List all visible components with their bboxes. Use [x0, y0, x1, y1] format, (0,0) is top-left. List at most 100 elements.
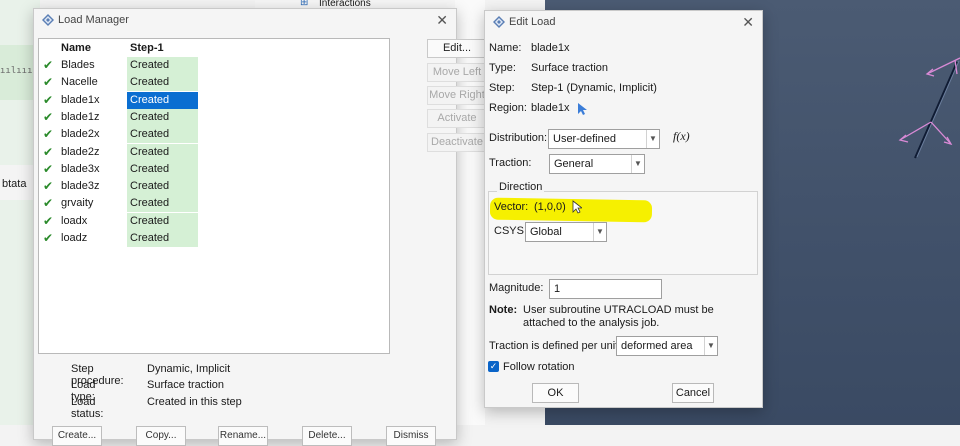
- tree-node-icon: ⊞: [300, 0, 309, 8]
- ok-button[interactable]: OK: [532, 383, 579, 403]
- cancel-button[interactable]: Cancel: [672, 383, 714, 403]
- active-check-icon: ✔: [43, 231, 54, 245]
- distribution-select[interactable]: User-defined ▼: [548, 129, 660, 149]
- edit-load-title: Edit Load: [509, 16, 556, 28]
- row-name[interactable]: Blades: [59, 57, 125, 74]
- row-status[interactable]: Created: [127, 108, 198, 126]
- per-unit-value: deformed area: [621, 340, 693, 352]
- deactivate-button[interactable]: Deactivate: [427, 133, 487, 152]
- active-check-icon: ✔: [43, 144, 54, 159]
- row-status[interactable]: Created: [127, 230, 198, 247]
- distribution-label: Distribution:: [489, 132, 548, 144]
- load-manager-window: Load Manager ✕ Name Step-1 ✔ Blades Create…: [33, 8, 487, 446]
- load-manager-title: Load Manager: [58, 14, 129, 26]
- region-select-arrow-icon[interactable]: [577, 102, 587, 116]
- name-label: Name:: [489, 42, 522, 54]
- edit-load-titlebar[interactable]: Edit Load ✕: [485, 11, 762, 35]
- table-row[interactable]: ✔ Nacelle Created: [39, 74, 389, 92]
- blade-line-inner: [916, 60, 960, 158]
- create-button[interactable]: Create...: [52, 426, 102, 446]
- per-unit-select[interactable]: deformed area ▼: [616, 336, 718, 356]
- close-icon[interactable]: ✕: [436, 12, 448, 29]
- follow-rotation-label: Follow rotation: [503, 361, 575, 373]
- move-right-button[interactable]: Move Right: [427, 86, 487, 105]
- region-label: Region:: [489, 102, 527, 114]
- row-name[interactable]: blade2x: [59, 126, 125, 143]
- row-name[interactable]: blade1z: [59, 109, 125, 126]
- abaqus-logo-icon: [493, 16, 505, 28]
- move-left-button[interactable]: Move Left: [427, 63, 487, 82]
- row-name[interactable]: grvaity: [59, 195, 125, 212]
- traction-value: General: [554, 158, 594, 170]
- table-row[interactable]: ✔ blade1x Created: [39, 91, 389, 109]
- rename-button[interactable]: Rename...: [218, 426, 268, 446]
- table-row[interactable]: ✔ blade3x Created: [39, 160, 389, 178]
- abaqus-logo-icon: [42, 14, 54, 26]
- header-step[interactable]: Step-1: [127, 40, 198, 57]
- edit-load-window: Edit Load ✕ Name: blade1x Type: Surface …: [484, 10, 763, 408]
- csys-value: Global: [530, 226, 562, 238]
- per-unit-label: Traction is defined per unit: [489, 340, 619, 352]
- row-status[interactable]: Created: [127, 74, 198, 92]
- direction-group-label: Direction: [497, 181, 545, 193]
- row-status[interactable]: Created: [127, 57, 198, 74]
- table-row[interactable]: ✔ loadz Created: [39, 230, 389, 247]
- step-value: Step-1 (Dynamic, Implicit): [531, 82, 657, 94]
- copy-button[interactable]: Copy...: [136, 426, 186, 446]
- vector-value[interactable]: (1,0,0): [534, 201, 566, 213]
- traction-select[interactable]: General ▼: [549, 154, 645, 174]
- table-header: Name Step-1: [39, 40, 389, 57]
- active-check-icon: ✔: [43, 127, 54, 142]
- row-name[interactable]: blade2z: [59, 144, 125, 161]
- table-row[interactable]: ✔ blade2z Created: [39, 143, 389, 161]
- table-row[interactable]: ✔ blade1z Created: [39, 108, 389, 126]
- csys-label: CSYS:: [494, 225, 528, 237]
- distribution-value: User-defined: [553, 133, 616, 145]
- header-name[interactable]: Name: [59, 40, 125, 57]
- active-check-icon: ✔: [43, 109, 54, 124]
- close-icon[interactable]: ✕: [742, 14, 754, 31]
- active-check-icon: ✔: [43, 213, 54, 228]
- row-status[interactable]: Created: [127, 195, 198, 213]
- row-name[interactable]: Nacelle: [59, 74, 125, 91]
- delete-button[interactable]: Delete...: [302, 426, 352, 446]
- row-status[interactable]: Created: [127, 178, 198, 196]
- chevron-down-icon: ▼: [631, 155, 644, 173]
- row-status[interactable]: Created: [127, 143, 198, 161]
- row-name[interactable]: loadz: [59, 230, 125, 247]
- row-name[interactable]: blade3z: [59, 178, 125, 195]
- chevron-down-icon: ▼: [593, 223, 606, 241]
- dismiss-button[interactable]: Dismiss: [386, 426, 436, 446]
- vector-label: Vector:: [494, 201, 529, 213]
- traction-label: Traction:: [489, 157, 532, 169]
- active-check-icon: ✔: [43, 92, 54, 107]
- load-arrows-icon: [898, 57, 960, 146]
- active-check-icon: ✔: [43, 196, 54, 211]
- row-status[interactable]: Created: [127, 212, 198, 230]
- table-row[interactable]: ✔ blade3z Created: [39, 178, 389, 196]
- fx-button[interactable]: f(x): [673, 129, 690, 144]
- active-check-icon: ✔: [43, 58, 54, 72]
- active-check-icon: ✔: [43, 179, 54, 194]
- edit-button[interactable]: Edit...: [427, 39, 487, 58]
- load-type-value: Surface traction: [147, 379, 225, 391]
- type-value: Surface traction: [531, 62, 609, 74]
- table-row[interactable]: ✔ Blades Created: [39, 57, 389, 74]
- magnitude-value: 1: [554, 283, 561, 295]
- row-name[interactable]: blade1x: [59, 92, 125, 109]
- load-manager-titlebar[interactable]: Load Manager ✕: [34, 9, 456, 33]
- row-status[interactable]: Created: [127, 160, 198, 178]
- row-name[interactable]: loadx: [59, 213, 125, 230]
- table-row[interactable]: ✔ blade2x Created: [39, 126, 389, 144]
- table-row[interactable]: ✔ loadx Created: [39, 212, 389, 230]
- follow-rotation-checkbox[interactable]: ✓: [488, 361, 499, 372]
- csys-select[interactable]: Global ▼: [525, 222, 607, 242]
- activate-button[interactable]: Activate: [427, 109, 487, 128]
- note-line-2: attached to the analysis job.: [523, 317, 660, 329]
- row-status[interactable]: Created: [127, 91, 198, 109]
- magnitude-input[interactable]: 1: [549, 279, 662, 299]
- table-row[interactable]: ✔ grvaity Created: [39, 195, 389, 213]
- row-name[interactable]: blade3x: [59, 161, 125, 178]
- row-status[interactable]: Created: [127, 126, 198, 144]
- note-line-1: User subroutine UTRACLOAD must be: [523, 304, 714, 316]
